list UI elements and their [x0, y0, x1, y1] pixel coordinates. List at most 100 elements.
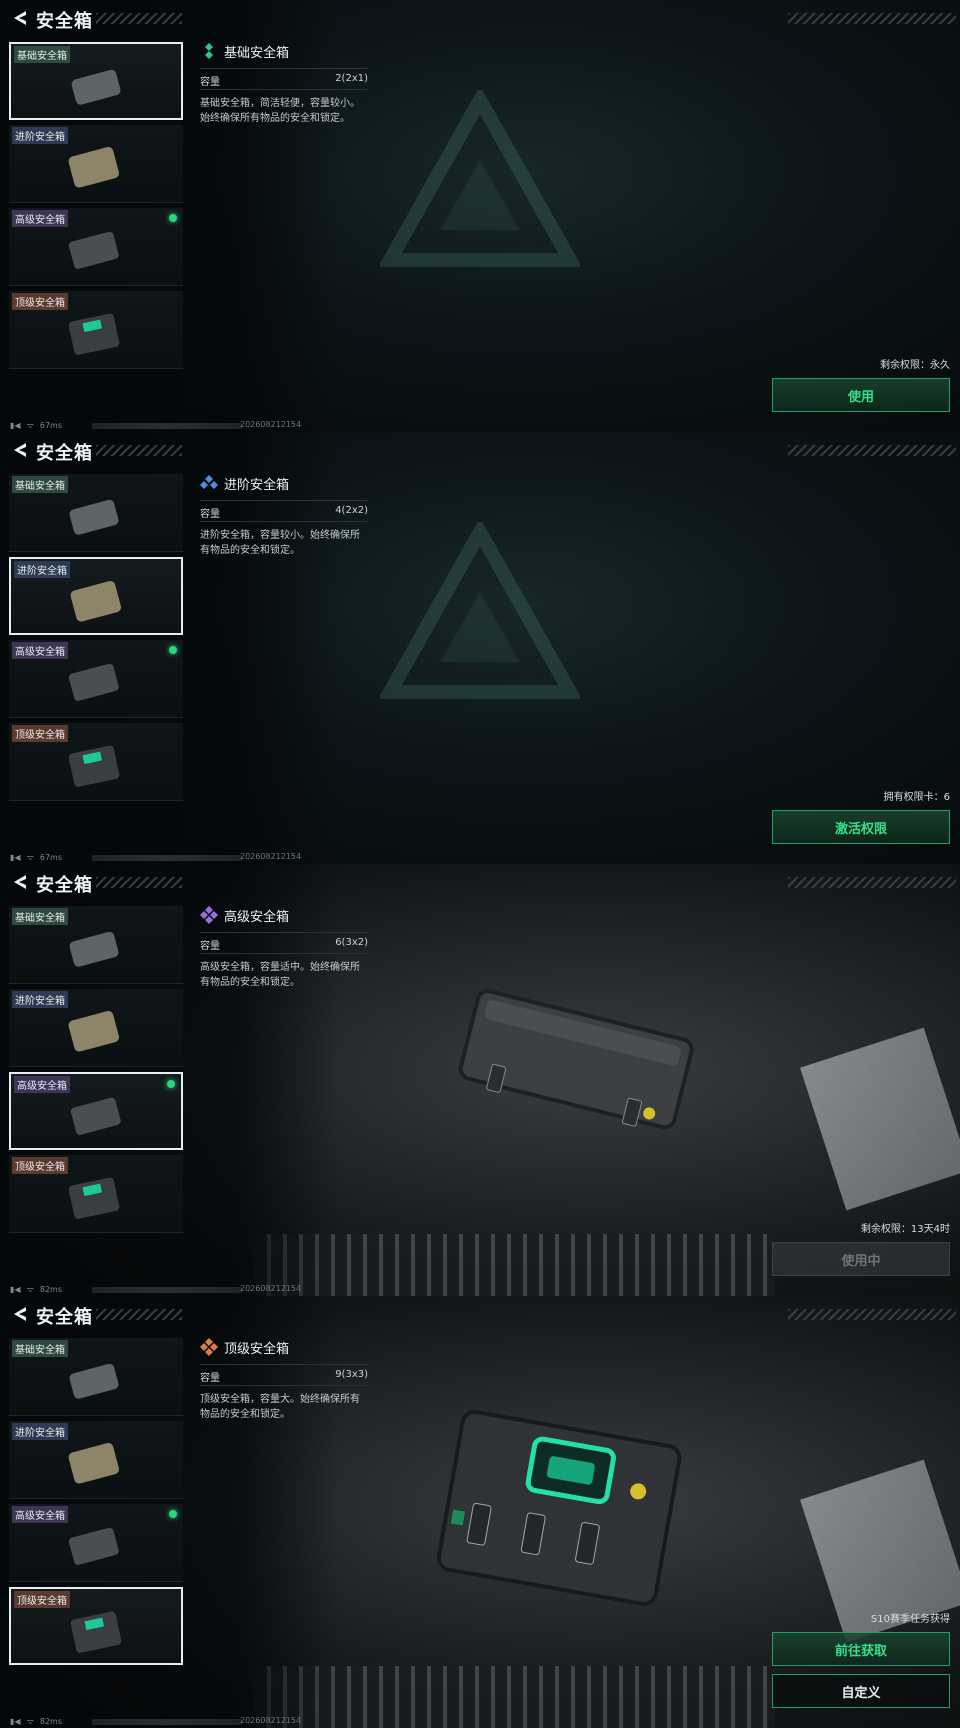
safebox-name: 基础安全箱 — [224, 46, 290, 61]
basic-case-thumbnail — [69, 499, 119, 535]
list-item-top[interactable]: 顶级安全箱 — [9, 723, 183, 801]
capacity-row: 容量 6(3x2) — [200, 932, 368, 954]
obtain-source: S10赛季任务获得 — [870, 1614, 950, 1625]
page-title: 安全箱 — [36, 875, 93, 896]
list-item-basic[interactable]: 基础安全箱 — [9, 1338, 183, 1416]
list-item-advanced[interactable]: 进阶安全箱 — [9, 989, 183, 1067]
back-arrow-icon[interactable] — [10, 8, 30, 28]
tier-tag: 进阶安全箱 — [12, 991, 68, 1008]
wifi-icon: ᯤ — [26, 853, 34, 862]
list-item-advanced[interactable]: 进阶安全箱 — [9, 557, 183, 635]
top-case-thumbnail — [70, 1611, 122, 1653]
capacity-label: 容量 — [200, 941, 220, 952]
list-item-high[interactable]: 高级安全箱 — [9, 640, 183, 718]
page-title: 安全箱 — [36, 11, 93, 32]
tier-tag: 顶级安全箱 — [12, 725, 68, 742]
list-item-high[interactable]: 高级安全箱 — [9, 1072, 183, 1150]
battery-icon: ▮◀ — [10, 853, 21, 862]
high-case-thumbnail — [68, 231, 119, 269]
status-bar: ▮◀ ᯤ 82ms — [10, 1716, 62, 1727]
tier-tag: 顶级安全箱 — [14, 1591, 70, 1608]
build-stamp: 202608212154 — [240, 420, 302, 429]
header-hatch — [788, 445, 956, 456]
tier-tag: 基础安全箱 — [12, 908, 68, 925]
panel-top: 安全箱 基础安全箱 进阶安全箱 高级安全箱 顶级安全箱 顶级安全箱 容量 9(3… — [0, 1296, 960, 1728]
back-arrow-icon[interactable] — [10, 1304, 30, 1324]
safebox-description: 顶级安全箱，容量大。始终确保所有物品的安全和锁定。 — [200, 1394, 360, 1420]
list-item-advanced[interactable]: 进阶安全箱 — [9, 1421, 183, 1499]
capacity-value: 4(2x2) — [335, 505, 368, 516]
safebox-description: 高级安全箱，容量适中。始终确保所有物品的安全和锁定。 — [200, 962, 360, 988]
go-obtain-button[interactable]: 前往获取 — [772, 1632, 950, 1666]
status-bar: ▮◀ ᯤ 67ms — [10, 420, 62, 431]
header-hatch — [788, 13, 956, 24]
permission-cards-owned: 拥有权限卡：6 — [883, 792, 950, 803]
list-item-high[interactable]: 高级安全箱 — [9, 208, 183, 286]
safebox-description: 进阶安全箱，容量较小。始终确保所有物品的安全和锁定。 — [200, 530, 360, 556]
list-item-basic[interactable]: 基础安全箱 — [9, 42, 183, 120]
back-arrow-icon[interactable] — [10, 872, 30, 892]
ping-value: 82ms — [39, 1717, 63, 1726]
tier-tag: 高级安全箱 — [12, 1506, 68, 1523]
list-item-top[interactable]: 顶级安全箱 — [9, 291, 183, 369]
back-arrow-icon[interactable] — [10, 440, 30, 460]
high-case-thumbnail — [68, 1527, 119, 1565]
detail-panel: 顶级安全箱 容量 9(3x3) 顶级安全箱，容量大。始终确保所有物品的安全和锁定… — [200, 1336, 368, 1422]
safebox-list: 基础安全箱 进阶安全箱 高级安全箱 顶级安全箱 — [9, 474, 183, 806]
wifi-icon: ᯤ — [26, 421, 34, 430]
tier-tag: 进阶安全箱 — [12, 1423, 68, 1440]
tier-tag: 基础安全箱 — [12, 476, 68, 493]
build-stamp: 202608212154 — [240, 1716, 302, 1725]
capacity-value: 6(3x2) — [335, 937, 368, 948]
triangle-logo-watermark — [380, 522, 580, 699]
list-item-advanced[interactable]: 进阶安全箱 — [9, 125, 183, 203]
map-card-prop — [800, 1027, 960, 1211]
basic-case-thumbnail — [69, 931, 119, 967]
top-bar: 安全箱 — [0, 432, 960, 470]
top-bar: 安全箱 — [0, 864, 960, 902]
page-title: 安全箱 — [36, 1307, 93, 1328]
in-use-dot — [169, 214, 177, 222]
tier-tag: 高级安全箱 — [12, 642, 68, 659]
high-case-thumbnail — [70, 1097, 121, 1135]
panel-basic: 安全箱 基础安全箱 进阶安全箱 高级安全箱 顶级安全箱 基础安全箱 容量 2(2… — [0, 0, 960, 432]
in-use-dot — [169, 646, 177, 654]
customize-button[interactable]: 自定义 — [772, 1674, 950, 1708]
safebox-list: 基础安全箱 进阶安全箱 高级安全箱 顶级安全箱 — [9, 1338, 183, 1670]
top-case-thumbnail — [68, 1177, 120, 1219]
safebox-name: 进阶安全箱 — [224, 478, 290, 493]
remaining-permission: 剩余权限：13天4时 — [860, 1224, 950, 1235]
tier-tag: 进阶安全箱 — [12, 127, 68, 144]
tier-tag: 进阶安全箱 — [14, 561, 70, 578]
header-hatch — [788, 877, 956, 888]
status-bar: ▮◀ ᯤ 82ms — [10, 1284, 62, 1295]
advanced-case-thumbnail — [68, 1443, 120, 1484]
tier-basic-icon — [205, 43, 213, 59]
title-hatch — [96, 445, 182, 456]
ping-value: 67ms — [39, 853, 63, 862]
detail-panel: 高级安全箱 容量 6(3x2) 高级安全箱，容量适中。始终确保所有物品的安全和锁… — [200, 904, 368, 990]
in-use-button[interactable]: 使用中 — [772, 1242, 950, 1276]
status-strip — [92, 1287, 242, 1293]
title-hatch — [96, 877, 182, 888]
capacity-row: 容量 4(2x2) — [200, 500, 368, 522]
list-item-top[interactable]: 顶级安全箱 — [9, 1587, 183, 1665]
list-item-basic[interactable]: 基础安全箱 — [9, 474, 183, 552]
top-bar: 安全箱 — [0, 1296, 960, 1334]
list-item-high[interactable]: 高级安全箱 — [9, 1504, 183, 1582]
in-use-dot — [167, 1080, 175, 1088]
ping-value: 82ms — [39, 1285, 63, 1294]
use-button[interactable]: 使用 — [772, 378, 950, 412]
capacity-value: 2(2x1) — [335, 73, 368, 84]
panel-advanced: 安全箱 基础安全箱 进阶安全箱 高级安全箱 顶级安全箱 进阶安全箱 容量 4(2… — [0, 432, 960, 864]
safebox-list: 基础安全箱 进阶安全箱 高级安全箱 顶级安全箱 — [9, 906, 183, 1238]
build-stamp: 202608212154 — [240, 852, 302, 861]
battery-icon: ▮◀ — [10, 1285, 21, 1294]
battery-icon: ▮◀ — [10, 1717, 21, 1726]
activate-permission-button[interactable]: 激活权限 — [772, 810, 950, 844]
list-item-top[interactable]: 顶级安全箱 — [9, 1155, 183, 1233]
advanced-case-thumbnail — [68, 1011, 120, 1052]
list-item-basic[interactable]: 基础安全箱 — [9, 906, 183, 984]
safebox-name: 顶级安全箱 — [224, 1342, 290, 1357]
tier-advanced-icon — [200, 475, 218, 489]
